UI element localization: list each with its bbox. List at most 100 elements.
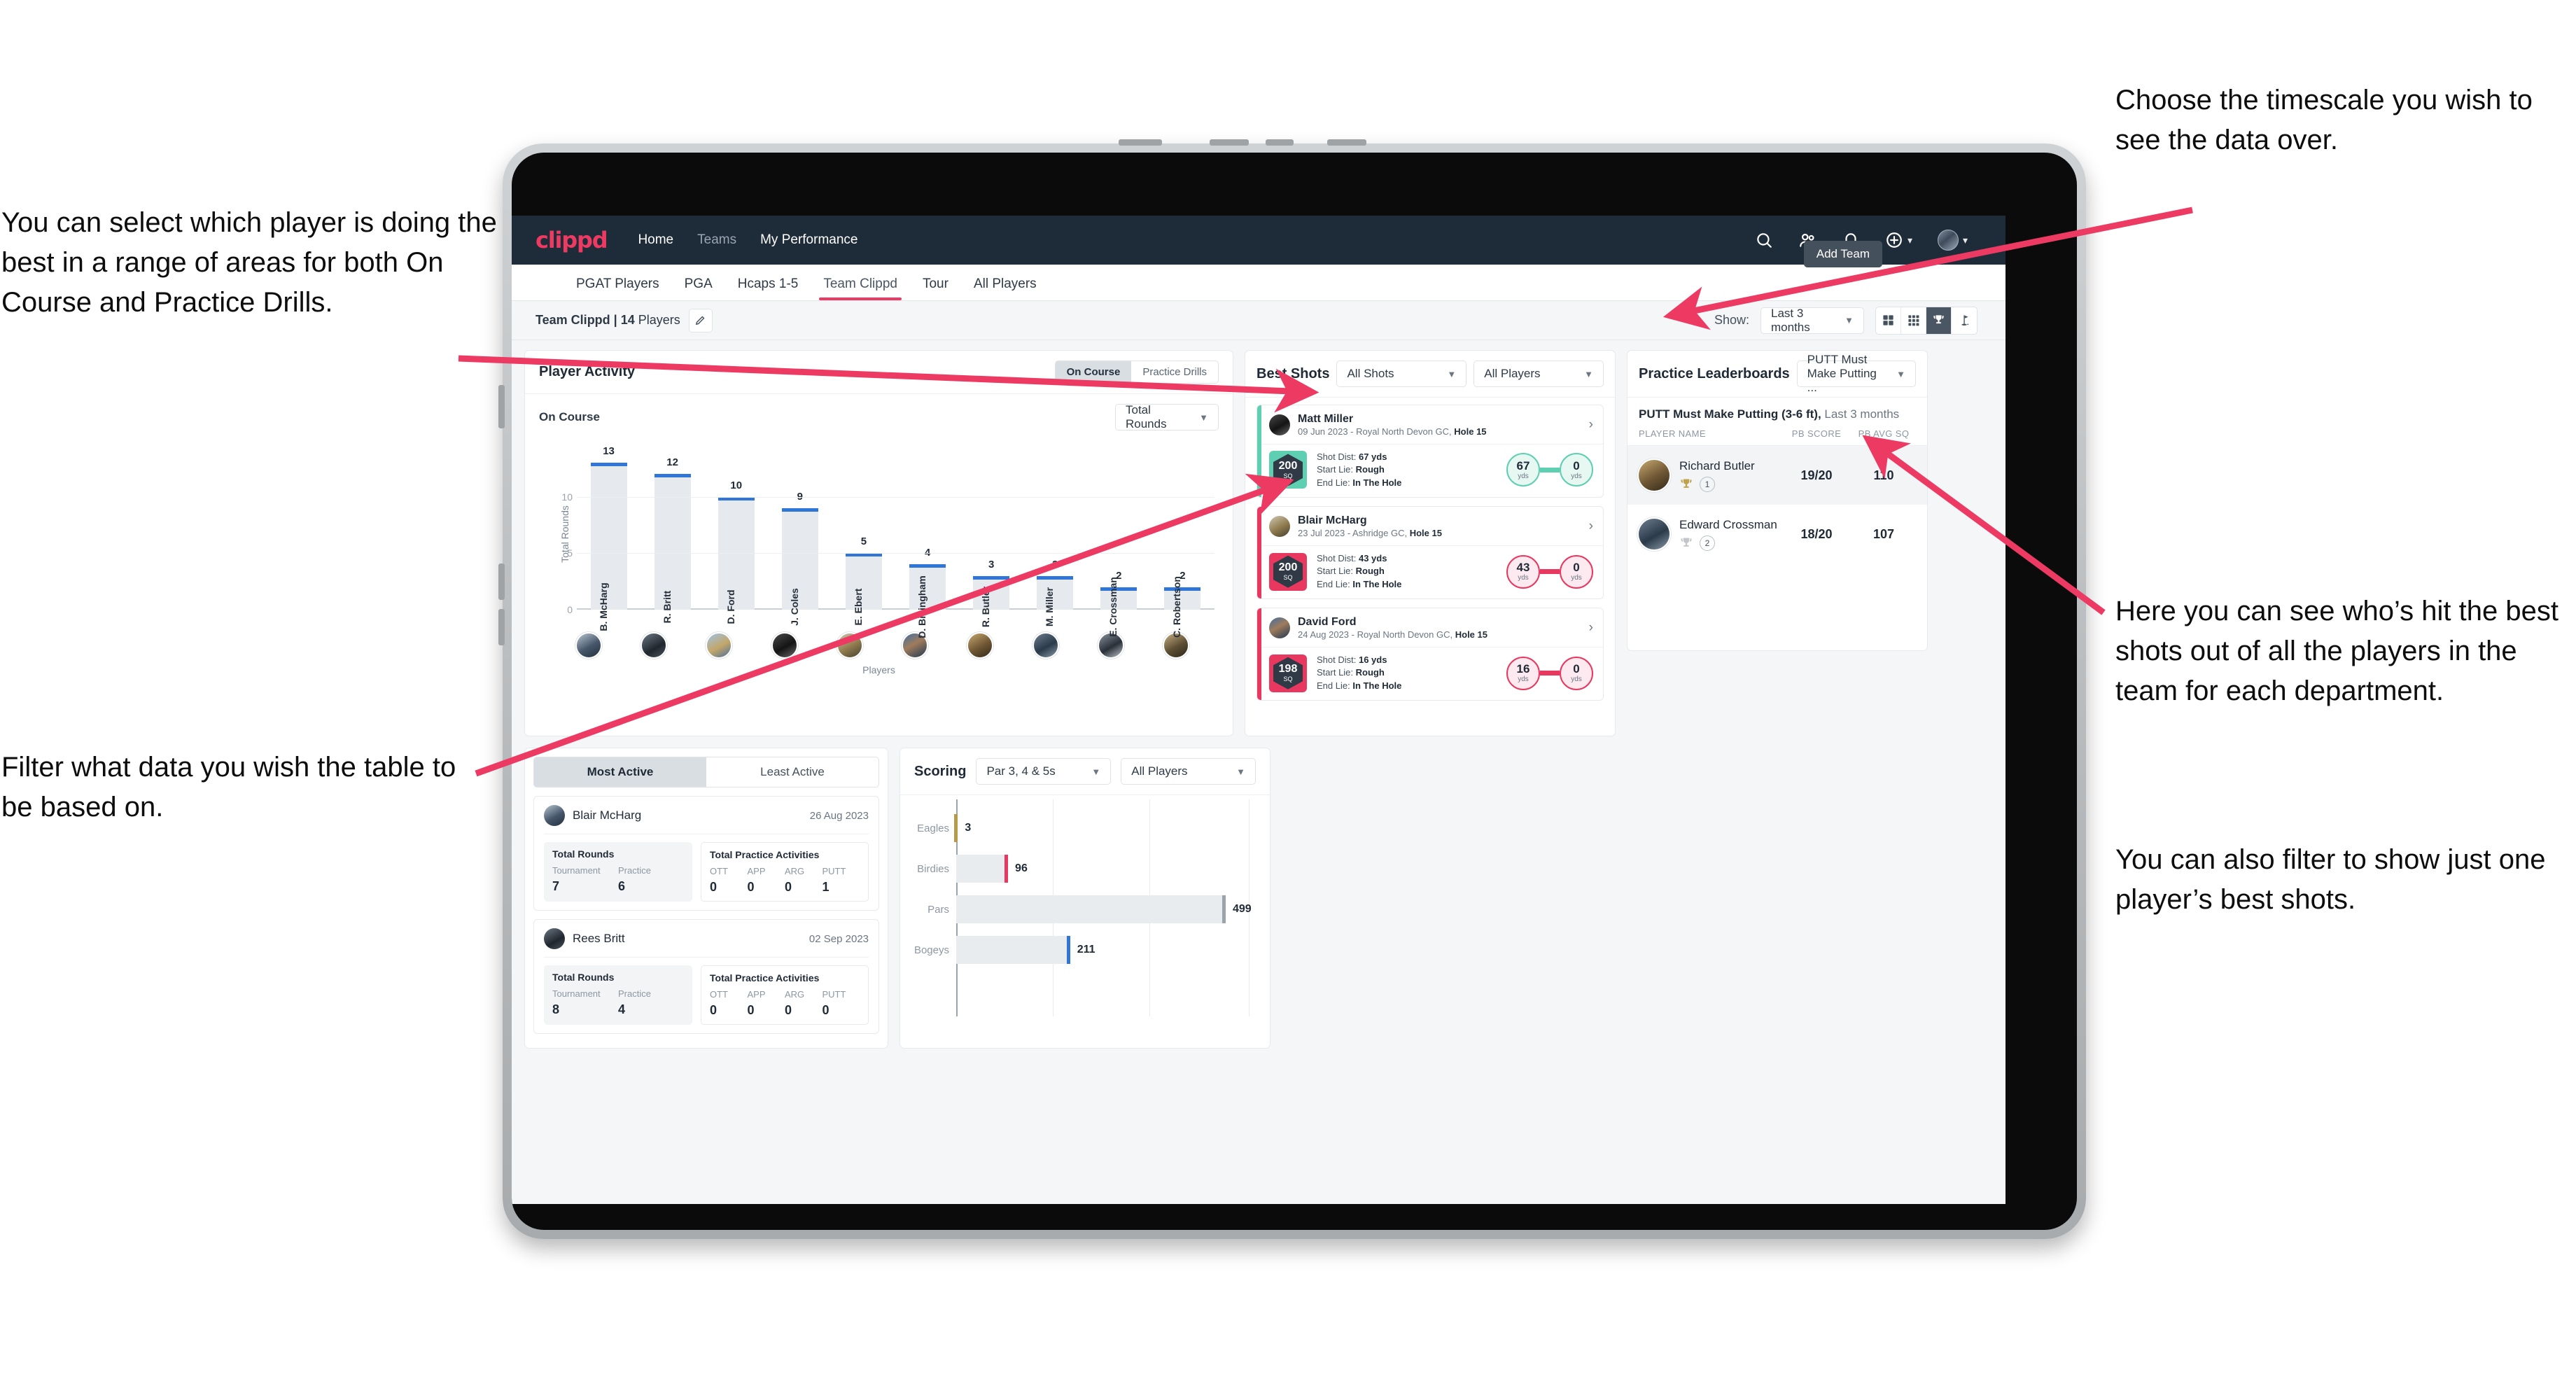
scoring-players-select[interactable]: All Players ▼ — [1121, 758, 1256, 785]
scoring-players-value: All Players — [1131, 764, 1188, 778]
nav-link-teams[interactable]: Teams — [697, 232, 736, 248]
best-shot-card[interactable]: David Ford 24 Aug 2023 - Royal North Devo… — [1256, 608, 1604, 701]
shot-player-name: Matt Miller — [1298, 413, 1354, 425]
avatar[interactable] — [1937, 230, 1959, 251]
chart-bar-column[interactable]: 3 R. Butler — [960, 451, 1023, 627]
activity-entry-card[interactable]: Blair McHarg 26 Aug 2023 Total Rounds Tourn… — [533, 796, 879, 911]
plus-circle-icon[interactable] — [1885, 231, 1903, 249]
tab-pgat-players[interactable]: PGAT Players — [564, 276, 672, 300]
tab-team-clippd[interactable]: Team Clippd — [811, 276, 910, 300]
nav-link-my-performance[interactable]: My Performance — [760, 232, 858, 248]
player-avatar[interactable] — [967, 632, 994, 659]
player-activity-title: Player Activity — [539, 364, 636, 379]
nav-link-home[interactable]: Home — [638, 232, 673, 248]
col-putt: PUTT — [822, 866, 846, 876]
badge-value: 200 — [1278, 459, 1298, 472]
tab-least-active[interactable]: Least Active — [706, 757, 878, 787]
drill-select[interactable]: PUTT Must Make Putting ... ▼ — [1796, 353, 1916, 394]
column-pb-score: PB SCORE — [1791, 428, 1842, 439]
chevron-right-icon[interactable]: › — [1589, 417, 1593, 433]
shot-meta: 23 Jul 2023 - Ashridge GC, Hole 15 — [1298, 527, 1442, 538]
tab-most-active[interactable]: Most Active — [534, 757, 706, 787]
players-filter-value: All Players — [1484, 367, 1541, 380]
shot-stats: Shot Dist: 67 yds Start Lie: Rough End Lie… — [1317, 451, 1402, 488]
edit-team-button[interactable] — [688, 308, 713, 332]
player-avatar[interactable] — [706, 632, 733, 659]
team-sub-bar: Team Clippd | 14 Players Show: Last 3 mo… — [512, 301, 2005, 340]
chart-bar-column[interactable]: 2 C. Robertson — [1151, 451, 1214, 638]
tab-all-players[interactable]: All Players — [961, 276, 1049, 300]
entry-date: 26 Aug 2023 — [809, 809, 869, 822]
clippd-logo[interactable]: clippd — [536, 227, 608, 253]
chevron-right-icon[interactable]: › — [1589, 620, 1593, 636]
search-icon[interactable] — [1755, 231, 1773, 249]
team-tab-strip: PGAT Players PGA Hcaps 1-5 Team Clippd T… — [512, 241, 2005, 301]
view-toggle-grid-9[interactable] — [1901, 307, 1926, 334]
tab-hcaps-1-5[interactable]: Hcaps 1-5 — [725, 276, 811, 300]
annotation-filter-data: Filter what data you wish the table to b… — [1, 752, 456, 822]
end-value: 0 — [1573, 561, 1580, 575]
player-avatar[interactable] — [1032, 632, 1059, 659]
view-toggle-golf-flag[interactable] — [1952, 307, 1977, 334]
chart-bar-column[interactable]: 12 R. Britt — [640, 451, 704, 623]
player-avatar[interactable] — [575, 632, 602, 659]
shot-header: Matt Miller 09 Jun 2023 - Royal North Dev… — [1257, 405, 1603, 444]
chart-bar-column[interactable]: 4D. Billingham — [895, 451, 959, 638]
y-axis-tick: 10 — [561, 491, 573, 503]
view-toggle-grid-4[interactable] — [1876, 307, 1901, 334]
chart-bar-column[interactable]: 13 B. McHarg — [577, 445, 640, 631]
y-axis-tick: 0 — [567, 604, 573, 615]
bar: E. Crossman — [1100, 577, 1138, 637]
chart-bar-column[interactable]: 3 M. Miller — [1023, 451, 1087, 626]
team-label-bold: Team Clippd | 14 — [536, 313, 635, 327]
players-filter-select[interactable]: All Players ▼ — [1474, 360, 1604, 387]
player-avatar[interactable] — [836, 632, 863, 659]
value-tournament: 7 — [552, 879, 560, 893]
drill-subtitle-rest: Last 3 months — [1821, 407, 1900, 421]
activity-entry-card[interactable]: Rees Britt 02 Sep 2023 Total Rounds Tournam… — [533, 919, 879, 1034]
col-ott: OTT — [710, 989, 728, 1000]
value-arg: 0 — [785, 880, 792, 894]
toggle-practice-drills[interactable]: Practice Drills — [1131, 361, 1218, 383]
leaderboard-row[interactable]: Richard Butler 1 19/20 110 — [1628, 446, 1927, 505]
leaderboard-row[interactable]: Edward Crossman 2 18/20 107 — [1628, 505, 1927, 564]
rank-badge: 2 — [1700, 535, 1715, 551]
player-avatar-row — [575, 632, 1189, 659]
value-practice: 4 — [618, 1002, 626, 1016]
end-unit: yds — [1571, 574, 1582, 582]
entry-player-name: Rees Britt — [573, 932, 625, 945]
chart-bar-column[interactable]: 5 E. Ebert — [832, 451, 895, 625]
distance-start: 16 yds — [1506, 656, 1540, 690]
shots-filter-select[interactable]: All Shots ▼ — [1336, 360, 1467, 387]
add-menu[interactable]: ▾ — [1885, 231, 1912, 249]
view-toggle-trophy[interactable] — [1926, 307, 1952, 334]
user-menu[interactable]: ▾ — [1937, 230, 1968, 251]
player-avatar[interactable] — [640, 632, 668, 659]
tablet-button-top-4 — [1327, 139, 1366, 146]
hexagon-icon: 200 SQ — [1273, 454, 1303, 486]
metric-select[interactable]: Total Rounds ▼ — [1115, 403, 1219, 430]
chevron-right-icon[interactable]: › — [1589, 519, 1593, 534]
avatar — [1269, 516, 1290, 537]
par-filter-select[interactable]: Par 3, 4 & 5s ▼ — [976, 758, 1112, 785]
chart-bar-column[interactable]: 10 D. Ford — [704, 451, 768, 624]
best-shot-card[interactable]: Matt Miller 09 Jun 2023 - Royal North Dev… — [1256, 405, 1604, 498]
scoring-bar-cap — [1004, 855, 1009, 883]
end-value: 0 — [1573, 662, 1580, 676]
activity-mode-label: On Course — [539, 410, 600, 424]
chart-bar-column[interactable]: 9J. Coles — [768, 451, 832, 626]
toggle-on-course[interactable]: On Course — [1055, 361, 1132, 383]
chevron-down-icon: ▼ — [1584, 368, 1593, 379]
start-value: 67 — [1516, 458, 1530, 472]
drill-subtitle-bold: PUTT Must Make Putting (3-6 ft), — [1639, 407, 1821, 421]
tab-tour[interactable]: Tour — [910, 276, 961, 300]
player-avatar[interactable] — [771, 632, 798, 659]
timescale-select[interactable]: Last 3 months ▼ — [1760, 307, 1864, 334]
value-app: 0 — [747, 1003, 755, 1017]
tab-pga[interactable]: PGA — [672, 276, 725, 300]
show-label: Show: — [1714, 313, 1749, 327]
bar-label: R. Britt — [661, 590, 673, 624]
chart-bar-column[interactable]: 2 E. Crossman — [1087, 451, 1151, 637]
start-unit: yds — [1518, 574, 1529, 582]
best-shot-card[interactable]: Blair McHarg 23 Jul 2023 - Ashridge GC, H… — [1256, 506, 1604, 600]
